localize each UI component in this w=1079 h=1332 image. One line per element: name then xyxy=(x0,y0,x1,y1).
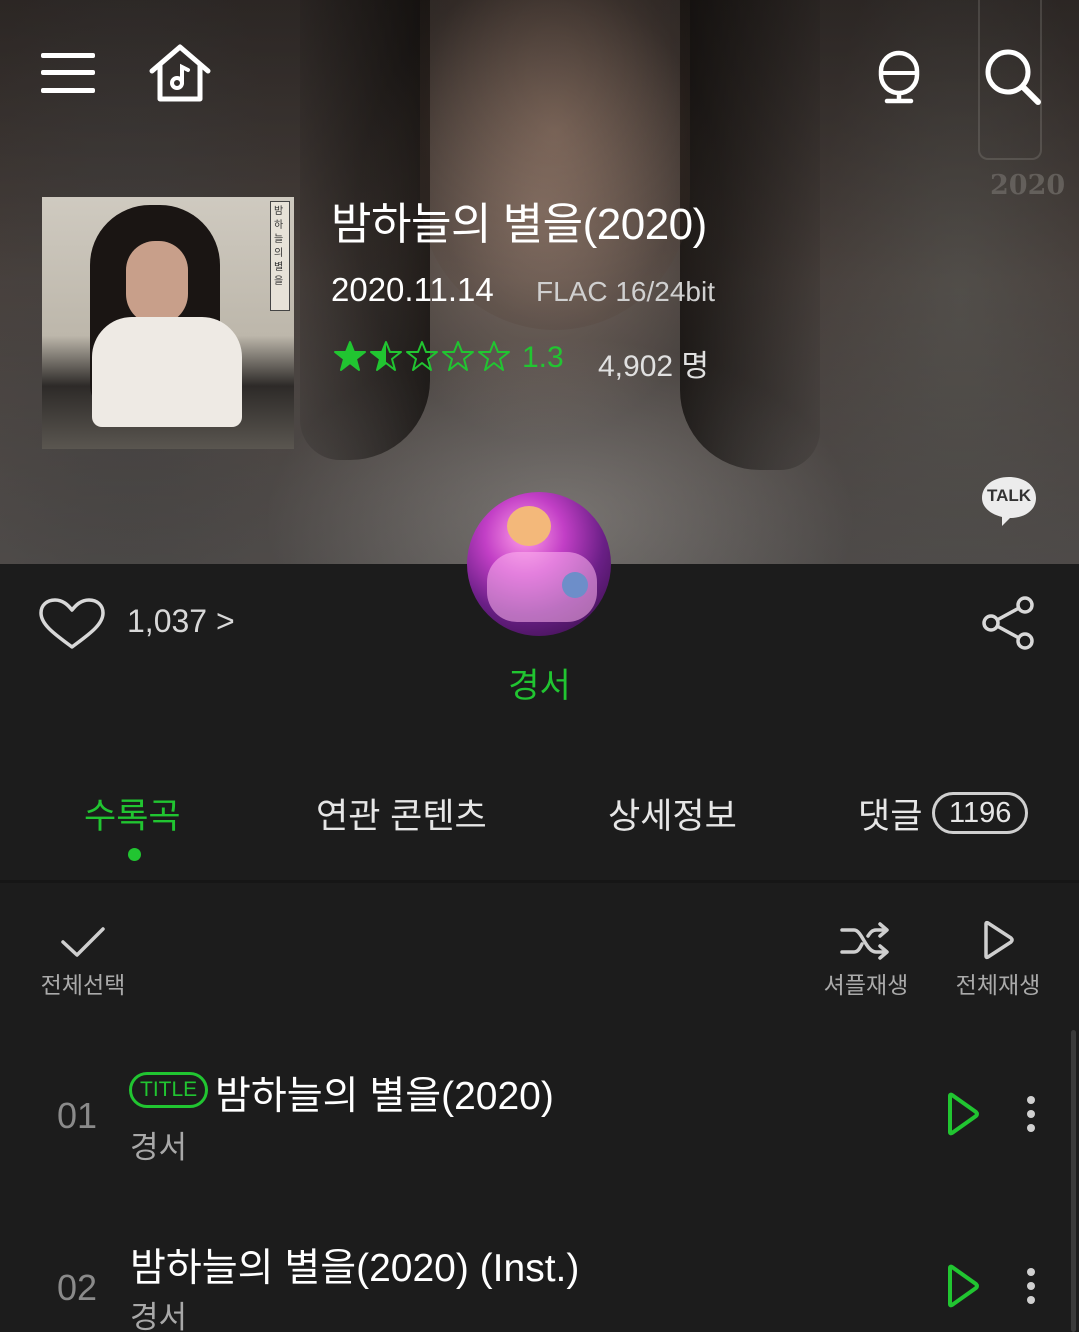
tab-bar: 수록곡 연관 콘텐츠 상세정보 댓글 1196 xyxy=(0,780,1079,880)
track-more-button[interactable] xyxy=(1022,1267,1040,1309)
track-play-button[interactable] xyxy=(944,1091,980,1141)
search-icon[interactable] xyxy=(984,48,1042,106)
comment-count-badge[interactable]: 1196 xyxy=(932,792,1029,834)
talk-label[interactable]: TALK xyxy=(980,486,1038,506)
artist-avatar[interactable] xyxy=(467,492,611,636)
share-icon[interactable] xyxy=(981,596,1035,654)
track-more-button[interactable] xyxy=(1022,1095,1040,1137)
more-vertical-icon xyxy=(1027,1096,1035,1132)
avatar-photo-shape xyxy=(507,506,551,546)
cover-photo-shape xyxy=(92,317,242,427)
star-empty-icon xyxy=(406,341,438,371)
tabs-divider xyxy=(0,880,1079,883)
star-half-icon xyxy=(370,341,402,371)
tab-related-content[interactable]: 연관 콘텐츠 xyxy=(316,788,487,839)
play-all-button[interactable]: 전체재생 xyxy=(950,920,1046,1000)
rating-score: 1.3 xyxy=(522,341,564,374)
audio-quality: FLAC 16/24bit xyxy=(536,276,715,307)
track-title: 밤하늘의 별을(2020) (Inst.) xyxy=(130,1247,580,1290)
play-all-label: 전체재생 xyxy=(955,972,1041,998)
track-row[interactable]: 02 밤하늘의 별을(2020) (Inst.) 경서 xyxy=(0,1232,1079,1332)
rating-count: 4,902 명 xyxy=(598,350,710,383)
cover-title-text: 밤하늘의별을 xyxy=(274,206,284,287)
tab-tracks[interactable]: 수록곡 xyxy=(84,788,181,839)
tab-details[interactable]: 상세정보 xyxy=(608,788,737,839)
tab-comments[interactable]: 댓글 xyxy=(858,788,922,839)
select-all-label: 전체선택 xyxy=(40,972,126,998)
artist-name[interactable]: 경서 xyxy=(0,658,1079,707)
cover-photo-shape xyxy=(126,241,188,325)
more-vertical-icon xyxy=(1027,1268,1035,1304)
track-number: 02 xyxy=(57,1267,98,1308)
track-number: 01 xyxy=(57,1095,98,1136)
rating-stars[interactable] xyxy=(333,340,511,372)
star-full-icon xyxy=(334,341,366,371)
track-row[interactable]: 01 TITLE 밤하늘의 별을(2020) 경서 xyxy=(0,1060,1079,1200)
music-home-icon[interactable] xyxy=(148,43,212,103)
star-empty-icon xyxy=(442,341,474,371)
checkmark-icon xyxy=(61,927,105,957)
shuffle-icon xyxy=(840,922,889,960)
active-tab-indicator xyxy=(128,848,141,861)
album-title: 밤하늘의 별을(2020) xyxy=(331,200,707,249)
title-badge: TITLE xyxy=(129,1072,209,1108)
hamburger-menu-icon[interactable] xyxy=(41,51,96,95)
scrollbar[interactable] xyxy=(1071,1030,1076,1332)
microphone-icon[interactable] xyxy=(877,49,921,105)
select-all-button[interactable]: 전체선택 xyxy=(36,924,130,1000)
shuffle-play-button[interactable]: 셔플재생 xyxy=(818,922,914,1000)
avatar-photo-shape xyxy=(562,572,588,598)
album-cover[interactable]: 밤하늘의별을 xyxy=(42,197,294,449)
heart-icon[interactable] xyxy=(38,597,106,655)
track-title: 밤하늘의 별을(2020) xyxy=(215,1075,554,1118)
star-empty-icon xyxy=(478,341,510,371)
play-icon xyxy=(984,920,1014,960)
like-count[interactable]: 1,037 > xyxy=(127,603,235,640)
play-icon xyxy=(948,1092,979,1136)
track-artist[interactable]: 경서 xyxy=(130,1292,187,1332)
track-artist[interactable]: 경서 xyxy=(130,1122,187,1167)
release-date: 2020.11.14 xyxy=(331,271,494,308)
shuffle-play-label: 셔플재생 xyxy=(823,972,909,998)
track-play-button[interactable] xyxy=(944,1263,980,1313)
play-icon xyxy=(948,1264,979,1308)
